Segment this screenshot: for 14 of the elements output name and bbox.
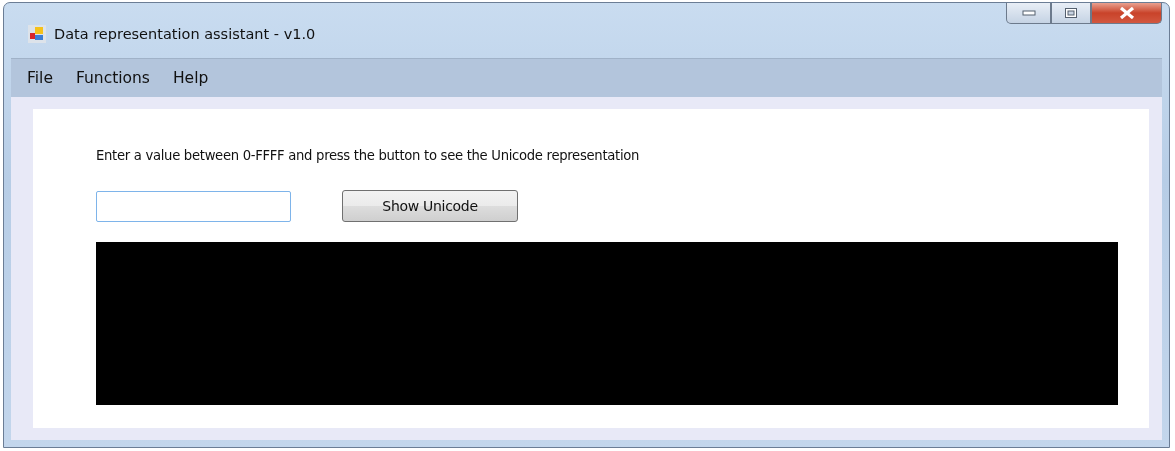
menu-item[interactable]: Functions [67, 69, 158, 87]
minimize-icon [1021, 10, 1036, 16]
window-title: Data representation assistant - v1.0 [54, 25, 316, 43]
menu-item[interactable]: Help [164, 69, 217, 87]
close-icon [1118, 7, 1135, 19]
value-input-field[interactable] [96, 190, 291, 222]
show-unicode-button[interactable]: Show Unicode [342, 190, 518, 222]
close-button[interactable] [1091, 3, 1162, 24]
maximize-icon [1064, 7, 1078, 19]
instruction-text: Enter a value between 0-FFFF and press the button to see the Unicode representation [96, 147, 641, 165]
maximize-button[interactable] [1051, 3, 1091, 24]
minimize-button[interactable] [1006, 3, 1051, 24]
menu-item[interactable]: File [19, 69, 61, 87]
app-icon [28, 25, 46, 43]
